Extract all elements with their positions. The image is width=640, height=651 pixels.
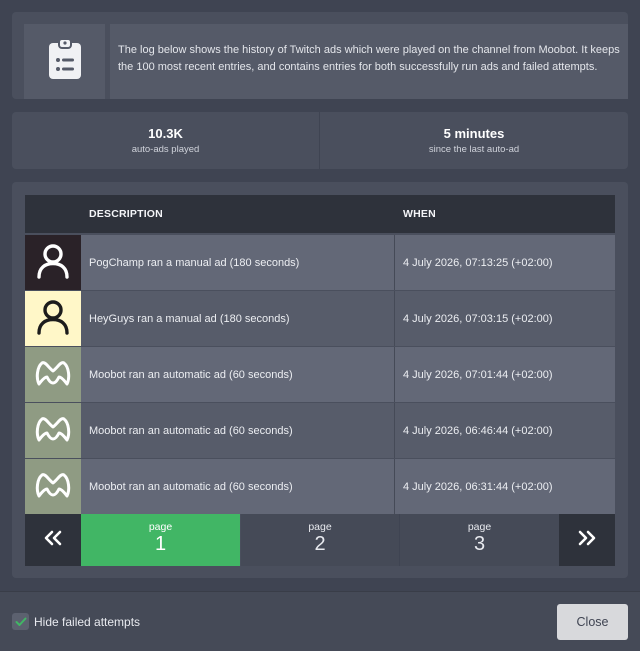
avatar — [25, 459, 81, 514]
row-when: 4 July 2026, 07:13:25 (+02:00) — [394, 235, 615, 290]
page-1-button[interactable]: page 1 — [81, 514, 240, 566]
table-header: DESCRIPTION WHEN — [25, 194, 615, 233]
page-3-button[interactable]: page 3 — [400, 514, 559, 566]
stat-value: 10.3K — [148, 126, 183, 141]
pagination: page 1 page 2 page 3 — [25, 514, 615, 566]
row-when: 4 July 2026, 06:46:44 (+02:00) — [394, 403, 615, 458]
dialog-footer: Hide failed attempts Close — [0, 591, 640, 651]
stat-value: 5 minutes — [443, 126, 505, 141]
table-row: PogChamp ran a manual ad (180 seconds) 4 … — [25, 234, 615, 290]
moobot-logo-icon — [35, 470, 71, 503]
close-button[interactable]: Close — [557, 604, 628, 640]
avatar — [25, 235, 81, 290]
checkmark-icon — [15, 617, 26, 626]
page-number: 1 — [154, 533, 167, 555]
page-2-button[interactable]: page 2 — [241, 514, 400, 566]
info-icon-box — [24, 24, 105, 99]
page-number: 2 — [314, 533, 326, 555]
page-label: page — [467, 521, 492, 533]
moobot-logo-icon — [35, 414, 71, 447]
row-description: PogChamp ran a manual ad (180 seconds) — [81, 235, 394, 290]
user-avatar-icon — [36, 298, 70, 339]
clipboard-list-icon — [48, 38, 82, 85]
row-description: Moobot ran an automatic ad (60 seconds) — [81, 459, 394, 514]
header-avatar — [25, 195, 81, 233]
stats-panel: 10.3K auto-ads played 5 minutes since th… — [12, 112, 628, 169]
table-row: Moobot ran an automatic ad (60 seconds) 4… — [25, 346, 615, 402]
info-panel: The log below shows the history of Twitc… — [12, 12, 628, 99]
page-number: 3 — [473, 533, 486, 555]
double-chevron-right-icon — [577, 530, 597, 551]
double-chevron-left-icon — [43, 530, 63, 551]
previous-page-button[interactable] — [25, 514, 81, 566]
row-description: Moobot ran an automatic ad (60 seconds) — [81, 347, 394, 402]
header-description: DESCRIPTION — [89, 208, 163, 220]
info-description: The log below shows the history of Twitc… — [110, 24, 628, 99]
table-row: Moobot ran an automatic ad (60 seconds) 4… — [25, 402, 615, 458]
avatar — [25, 291, 81, 346]
moobot-logo-icon — [35, 358, 71, 391]
stat-auto-ads-played: 10.3K auto-ads played — [12, 112, 320, 169]
stat-since-last-auto-ad: 5 minutes since the last auto-ad — [320, 112, 628, 169]
row-description: HeyGuys ran a manual ad (180 seconds) — [81, 291, 394, 346]
stat-label: since the last auto-ad — [428, 144, 520, 155]
hide-failed-label: Hide failed attempts — [34, 614, 141, 629]
stat-label: auto-ads played — [131, 144, 200, 155]
hide-failed-attempts-toggle[interactable]: Hide failed attempts — [12, 613, 140, 630]
table-row: HeyGuys ran a manual ad (180 seconds) 4 J… — [25, 290, 615, 346]
user-avatar-icon — [36, 242, 70, 283]
row-when: 4 July 2026, 07:03:15 (+02:00) — [394, 291, 615, 346]
avatar — [25, 347, 81, 402]
hide-failed-checkbox[interactable] — [12, 613, 29, 630]
row-description: Moobot ran an automatic ad (60 seconds) — [81, 403, 394, 458]
row-when: 4 July 2026, 07:01:44 (+02:00) — [394, 347, 615, 402]
avatar — [25, 403, 81, 458]
header-when: WHEN — [394, 195, 615, 233]
table-row: Moobot ran an automatic ad (60 seconds) 4… — [25, 458, 615, 514]
row-when: 4 July 2026, 06:31:44 (+02:00) — [394, 459, 615, 514]
next-page-button[interactable] — [559, 514, 615, 566]
page-label: page — [308, 521, 332, 533]
page-label: page — [148, 521, 173, 533]
ad-log-panel: DESCRIPTION WHEN PogChamp ran a manual a… — [12, 182, 628, 578]
